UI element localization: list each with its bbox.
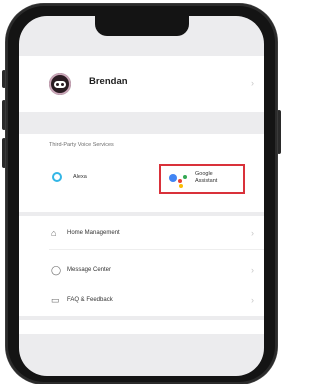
third-party-voice-services-card: Third-Party Voice Services Alexa Google … — [19, 134, 264, 212]
notch — [95, 16, 189, 36]
section-title: Third-Party Voice Services — [49, 142, 114, 148]
alexa-label: Alexa — [73, 174, 87, 180]
google-label-line1: Google — [195, 171, 213, 177]
power-button — [277, 110, 281, 154]
menu-item-home-management[interactable]: ⌂ Home Management › — [19, 222, 264, 244]
phone-screen: Brendan › Third-Party Voice Services Ale… — [19, 16, 264, 376]
profile-card[interactable]: Brendan › — [19, 56, 264, 112]
alexa-icon — [52, 172, 62, 182]
menu-item-label: Message Center — [67, 267, 112, 273]
chevron-right-icon: › — [251, 78, 254, 88]
google-assistant-service[interactable]: Google Assistant — [159, 164, 245, 194]
chevron-right-icon: › — [251, 265, 254, 275]
faq-icon: ▭ — [51, 295, 60, 305]
google-label-line2: Assistant — [195, 178, 218, 184]
menu-item-label: FAQ & Feedback — [67, 297, 113, 303]
divider — [49, 249, 264, 250]
phone-frame: Brendan › Third-Party Voice Services Ale… — [0, 0, 283, 384]
profile-name: Brendan — [89, 76, 128, 87]
menu-item-label: Home Management — [67, 230, 120, 236]
more-settings-card[interactable] — [19, 320, 264, 334]
google-assistant-label: Google Assistant — [195, 171, 235, 185]
menu-item-message-center[interactable]: ◯ Message Center › — [19, 259, 264, 281]
menu-list: ⌂ Home Management › ◯ Message Center › ▭… — [19, 216, 264, 316]
chevron-right-icon: › — [251, 228, 254, 238]
home-icon: ⌂ — [51, 228, 57, 238]
menu-item-faq-feedback[interactable]: ▭ FAQ & Feedback › — [19, 289, 264, 311]
google-assistant-icon — [169, 172, 187, 188]
chevron-right-icon: › — [251, 295, 254, 305]
message-icon: ◯ — [51, 265, 62, 275]
avatar[interactable] — [49, 73, 71, 95]
robot-avatar-icon — [54, 80, 66, 88]
